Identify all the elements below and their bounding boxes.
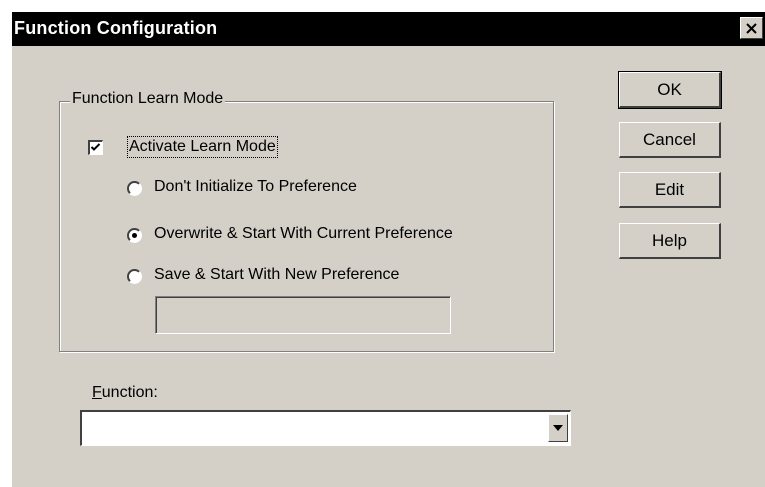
save-new-preference-label[interactable]: Save & Start With New Preference xyxy=(154,266,399,284)
function-dropdown-button[interactable] xyxy=(548,414,568,442)
learn-mode-group-title: Function Learn Mode xyxy=(70,90,226,108)
dont-initialize-label[interactable]: Don't Initialize To Preference xyxy=(154,178,357,196)
edit-button[interactable]: Edit xyxy=(619,172,721,208)
function-configuration-dialog: Function Configuration Function Learn Mo… xyxy=(11,12,765,487)
function-label: Function: xyxy=(92,384,158,402)
activate-learn-mode-checkbox[interactable] xyxy=(88,140,103,155)
window-title: Function Configuration xyxy=(14,18,218,38)
new-preference-field[interactable] xyxy=(155,296,451,334)
check-icon xyxy=(90,143,101,151)
close-icon xyxy=(746,22,757,34)
overwrite-current-label[interactable]: Overwrite & Start With Current Preferenc… xyxy=(154,225,453,243)
dont-initialize-radio[interactable] xyxy=(127,181,142,196)
chevron-down-icon xyxy=(553,425,563,431)
overwrite-current-radio[interactable] xyxy=(127,228,142,243)
activate-learn-mode-label[interactable]: Activate Learn Mode xyxy=(127,136,278,158)
ok-button[interactable]: OK xyxy=(618,71,722,109)
cancel-button[interactable]: Cancel xyxy=(619,122,721,158)
save-new-preference-radio[interactable] xyxy=(127,269,142,284)
function-label-accel: F xyxy=(92,384,102,401)
function-dropdown[interactable] xyxy=(80,410,571,446)
title-bar: Function Configuration xyxy=(12,12,765,46)
help-button[interactable]: Help xyxy=(619,223,721,259)
close-button[interactable] xyxy=(740,17,763,39)
function-label-text: unction: xyxy=(101,384,158,401)
